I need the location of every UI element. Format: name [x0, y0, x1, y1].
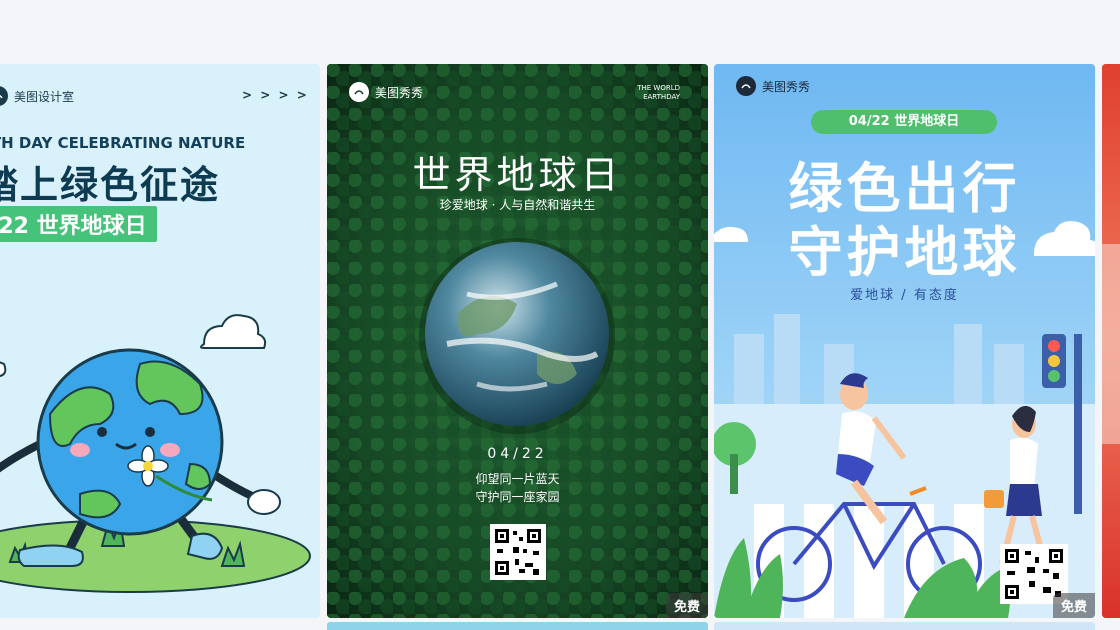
- next-row-card-hint: [714, 622, 1095, 630]
- brand-name: 美图秀秀: [762, 79, 811, 94]
- free-badge: 免费: [665, 593, 708, 618]
- template-card-earth-day-cartoon[interactable]: 美图设计室 > > > > RTH DAY CELEBRATING NATURE…: [0, 64, 320, 618]
- next-row-card-hint: [327, 622, 708, 630]
- brand-name: 美图秀秀: [375, 85, 424, 100]
- date-pill: 04/22 世界地球日: [811, 110, 997, 134]
- world-tag-line2: EARTHDAY: [643, 93, 680, 101]
- poster-line-2: 守护同一座家园: [475, 490, 560, 504]
- poster-date: 04/22: [487, 446, 548, 462]
- brand-logo-icon: [349, 82, 369, 102]
- brand-name: 美图设计室: [14, 89, 75, 104]
- world-earthday-tag: THE WORLD EARTHDAY: [610, 84, 680, 102]
- template-card-green-travel[interactable]: 美图秀秀 04/22 世界地球日 绿色出行 守护地球 爱地球 / 有态度 免费: [714, 64, 1095, 618]
- headline-line-2: 守护地球: [788, 221, 1021, 284]
- brand-logo-icon: [736, 76, 756, 96]
- earth-globe-image: [419, 238, 615, 434]
- free-badge: 免费: [1052, 593, 1095, 618]
- template-gallery: 美图设计室 > > > > RTH DAY CELEBRATING NATURE…: [0, 0, 1120, 630]
- headline: 踏上绿色征途: [0, 163, 221, 207]
- poster-line-1: 仰望同一片蓝天: [475, 472, 560, 486]
- template-card-partial[interactable]: [1102, 64, 1120, 618]
- poster-subtitle: 珍爱地球 · 人与自然和谐共生: [439, 198, 596, 212]
- brand: 美图秀秀: [349, 82, 423, 102]
- cartoon-earth-illustration: [0, 314, 311, 593]
- qr-code: [490, 524, 546, 580]
- tagline: 爱地球 / 有态度: [850, 288, 959, 303]
- subtitle-english: RTH DAY CELEBRATING NATURE: [0, 134, 246, 152]
- partial-card-art: [1102, 64, 1120, 618]
- brand: 美图设计室: [0, 86, 74, 106]
- brand-logo-icon: [0, 86, 8, 106]
- template-card-world-earth-day-forest[interactable]: 美图秀秀 THE WORLD EARTHDAY 世界地球日 珍爱地球 · 人与自…: [327, 64, 708, 618]
- brand: 美图秀秀: [736, 76, 810, 96]
- date-pill: .22 世界地球日: [0, 206, 157, 242]
- world-tag-line1: THE WORLD: [637, 84, 680, 92]
- poster-title: 世界地球日: [412, 153, 623, 197]
- arrows-decoration: > > > >: [242, 88, 309, 102]
